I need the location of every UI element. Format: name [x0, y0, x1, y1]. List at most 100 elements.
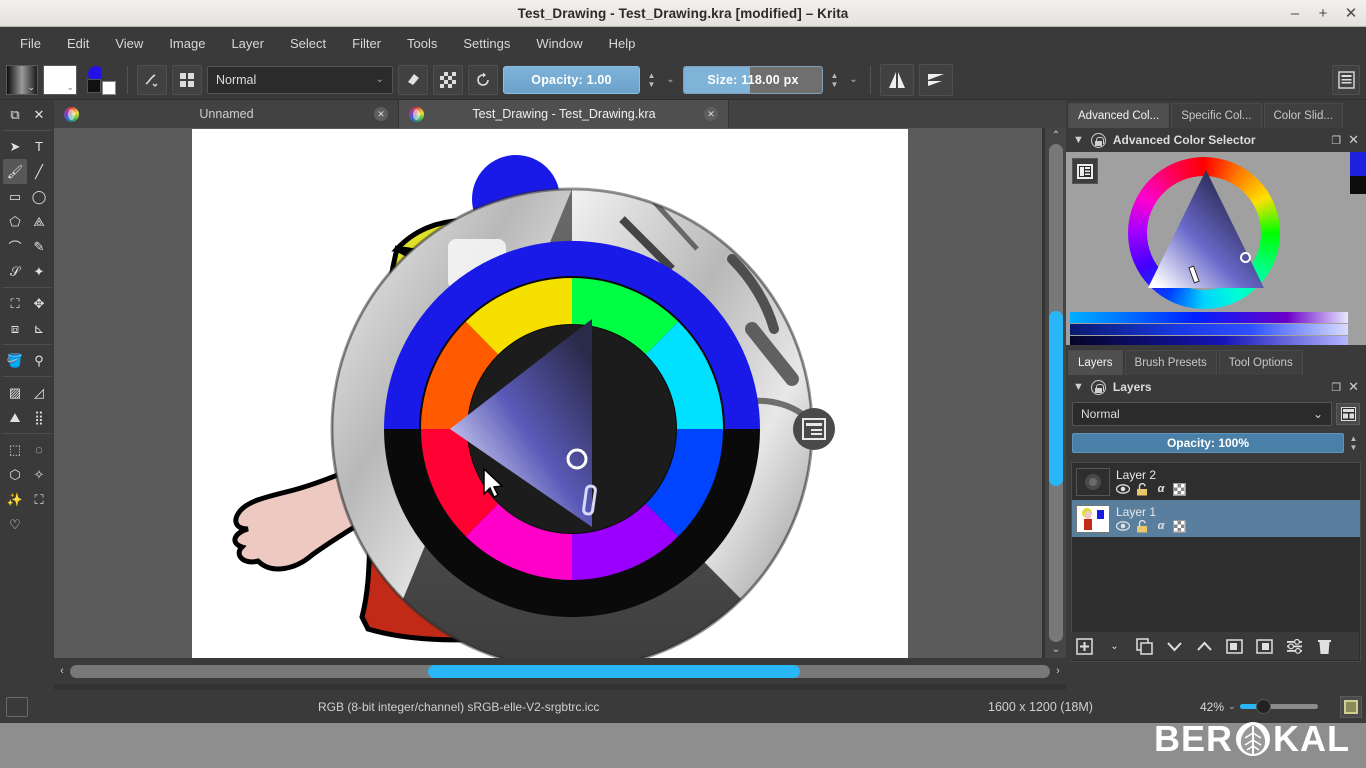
menu-file[interactable]: File	[8, 31, 53, 56]
fill-tool-icon[interactable]: 🪣	[3, 348, 27, 373]
close-docker-icon[interactable]: ✕	[1348, 132, 1359, 148]
layer-lock-icon[interactable]	[1135, 519, 1149, 533]
document-tab-0[interactable]: Unnamed ✕	[54, 100, 399, 128]
freehand-select-icon[interactable]: ✧	[27, 462, 51, 487]
add-layer-button[interactable]	[1071, 634, 1098, 658]
layer-alpha-icon[interactable]: α	[1154, 520, 1168, 533]
freehand-path-icon[interactable]: ✎	[27, 234, 51, 259]
dynamic-brush-icon[interactable]: 𝒮	[3, 259, 27, 284]
minimize-button[interactable]: –	[1288, 6, 1302, 21]
collapse-icon[interactable]: ▼	[1073, 134, 1084, 146]
document-tab-close-icon[interactable]: ✕	[704, 107, 718, 121]
ellipse-tool-icon[interactable]: ◯	[27, 184, 51, 209]
polygon-tool-icon[interactable]: ⬠	[3, 209, 27, 234]
color-picker-icon[interactable]: ⚲	[27, 348, 51, 373]
reload-preset-icon[interactable]	[468, 64, 498, 95]
layer-blending-mode-combo[interactable]: Normal ⌄	[1072, 402, 1332, 426]
close-icon[interactable]: ✕	[27, 102, 51, 127]
menu-window[interactable]: Window	[524, 31, 594, 56]
preserve-alpha-icon[interactable]	[433, 64, 463, 95]
assistant-tool-icon[interactable]: ◿	[27, 380, 51, 405]
lock-docker-icon[interactable]	[1090, 132, 1106, 148]
layer-row[interactable]: Layer 2α	[1072, 463, 1360, 500]
canvas-area[interactable]	[54, 128, 1042, 658]
color-docker-tab-0[interactable]: Advanced Col...	[1068, 103, 1170, 128]
mirror-horizontal-icon[interactable]	[880, 63, 914, 96]
polyline-tool-icon[interactable]: ⟁	[27, 209, 51, 234]
multibrush-icon[interactable]: ✦	[27, 259, 51, 284]
bg-swatch[interactable]	[102, 80, 116, 95]
layer-lock-icon[interactable]	[1135, 482, 1149, 496]
layer-opacity-spinner[interactable]: ▲ ▼	[1347, 429, 1360, 457]
layers-close-icon[interactable]: ✕	[1348, 379, 1359, 395]
delete-layer-button[interactable]	[1311, 634, 1338, 658]
layers-collapse-icon[interactable]: ▼	[1073, 381, 1084, 393]
contiguous-select-icon[interactable]: ✨	[3, 487, 27, 512]
layer-opacity-slider[interactable]: Opacity: 100%	[1072, 433, 1344, 453]
similar-color-select-icon[interactable]: ⛶	[27, 487, 51, 512]
rectangular-select-icon[interactable]: ⬚	[3, 437, 27, 462]
canvas-paper[interactable]	[192, 129, 908, 658]
opacity-spinner[interactable]: ▲ ▼	[645, 66, 658, 94]
menu-settings[interactable]: Settings	[451, 31, 522, 56]
size-spinner[interactable]: ▲ ▼	[828, 66, 841, 94]
polygonal-select-icon[interactable]: ⬡	[3, 462, 27, 487]
menu-help[interactable]: Help	[597, 31, 648, 56]
selection-status-icon[interactable]	[6, 696, 28, 717]
bezier-curve-icon[interactable]: ⌒	[3, 234, 27, 259]
layers-docker-tab-1[interactable]: Brush Presets	[1124, 350, 1217, 375]
layers-lock-icon[interactable]	[1090, 379, 1106, 395]
color-selector-settings-icon[interactable]	[1072, 158, 1098, 184]
layer-filters-button[interactable]	[1281, 634, 1308, 658]
layer-name[interactable]: Layer 2	[1116, 468, 1356, 482]
document-tab-1[interactable]: Test_Drawing - Test_Drawing.kra ✕	[399, 100, 729, 128]
color-docker-tab-1[interactable]: Specific Col...	[1171, 103, 1262, 128]
canvas-horizontal-scrollbar[interactable]: ‹ ›	[54, 658, 1066, 684]
transform-tool-icon[interactable]: ⧈	[3, 316, 27, 341]
opacity-slider[interactable]: Opacity: 1.00	[503, 65, 640, 94]
layer-mask-button[interactable]	[1251, 634, 1278, 658]
brush-presets-icon[interactable]	[172, 64, 202, 95]
layer-filter-icon[interactable]	[1336, 403, 1360, 425]
status-right-icon[interactable]	[1340, 695, 1362, 718]
layer-visibility-icon[interactable]	[1116, 483, 1130, 496]
move-layer-down-button[interactable]	[1161, 634, 1188, 658]
document-tab-close-icon[interactable]: ✕	[374, 107, 388, 121]
close-button[interactable]: ✕	[1344, 6, 1358, 21]
move-layer-up-button[interactable]	[1191, 634, 1218, 658]
foreground-background-color[interactable]	[86, 65, 118, 95]
scroll-left-arrow-icon[interactable]: ‹	[54, 665, 70, 677]
color-shade-bar-1[interactable]	[1070, 312, 1348, 323]
transform-a-layer-icon[interactable]: ⧉	[3, 102, 27, 127]
zoom-slider-knob[interactable]	[1255, 699, 1271, 714]
layers-docker-tab-2[interactable]: Tool Options	[1218, 350, 1303, 375]
measure-tool-icon[interactable]: ⊾	[27, 316, 51, 341]
size-dropdown-icon[interactable]: ⌄	[846, 66, 861, 94]
gradient-tool-icon[interactable]: ▨	[3, 380, 27, 405]
mirror-vertical-icon[interactable]	[919, 63, 953, 96]
add-layer-dropdown[interactable]: ⌄	[1101, 634, 1128, 658]
elliptical-select-icon[interactable]: ◌	[27, 437, 51, 462]
size-slider[interactable]: Size: 118.00 px	[683, 65, 823, 94]
canvas-vertical-scrollbar[interactable]: ⌃ ⌄	[1044, 128, 1066, 658]
duplicate-layer-button[interactable]	[1131, 634, 1158, 658]
fg-swatch[interactable]	[87, 78, 101, 93]
maximize-button[interactable]: +	[1316, 6, 1330, 21]
layer-properties-button[interactable]	[1221, 634, 1248, 658]
menu-edit[interactable]: Edit	[55, 31, 101, 56]
layer-name[interactable]: Layer 1	[1116, 505, 1356, 519]
freehand-brush-icon[interactable]: 🖌	[3, 159, 27, 184]
grid-tool-icon[interactable]: ⣿	[27, 405, 51, 430]
move-tool-icon[interactable]: ✥	[27, 291, 51, 316]
layer-visibility-icon[interactable]	[1116, 520, 1130, 533]
brush-editor-icon[interactable]	[137, 64, 167, 95]
layer-inherit-alpha-icon[interactable]	[1173, 519, 1186, 533]
color-value-triangle[interactable]	[1144, 168, 1268, 293]
menu-image[interactable]: Image	[157, 31, 217, 56]
color-docker-tab-2[interactable]: Color Slid...	[1263, 103, 1343, 128]
layer-row[interactable]: Layer 1α	[1072, 500, 1360, 537]
vscroll-thumb[interactable]	[1049, 311, 1063, 486]
scroll-down-arrow-icon[interactable]: ⌄	[1048, 643, 1064, 657]
scroll-up-arrow-icon[interactable]: ⌃	[1048, 129, 1064, 143]
perspective-grid-icon[interactable]: ⛰	[3, 405, 27, 430]
